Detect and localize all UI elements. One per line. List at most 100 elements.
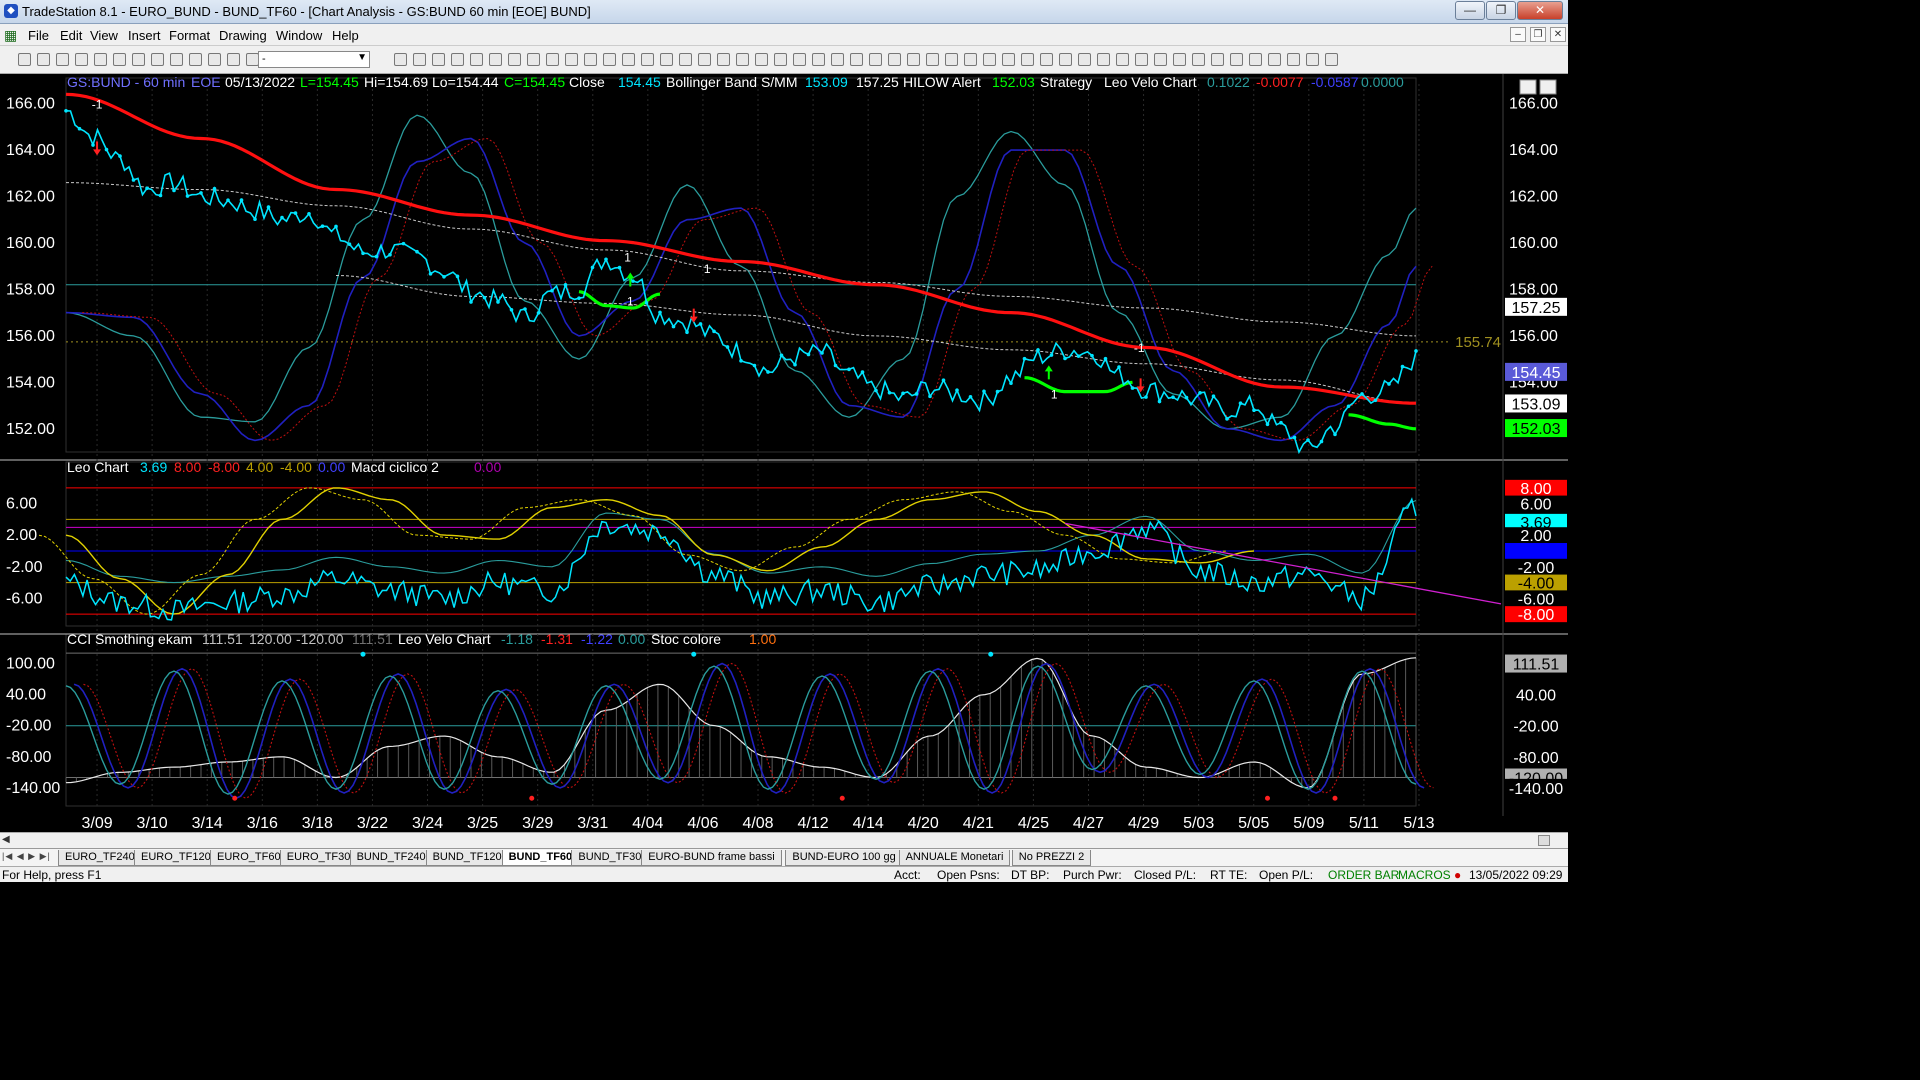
toolbar-tool-icon[interactable]: [1230, 53, 1243, 66]
mdi-close-button[interactable]: ✕: [1550, 27, 1566, 42]
toolbar-tool-icon[interactable]: [660, 53, 673, 66]
toolbar-tool-icon[interactable]: [774, 53, 787, 66]
tab-euro-tf60[interactable]: EURO_TF60: [210, 850, 288, 866]
close-button[interactable]: ✕: [1517, 1, 1563, 20]
toolbar-tool-icon[interactable]: [1306, 53, 1319, 66]
toolbar-tool-icon[interactable]: [508, 53, 521, 66]
menu-file[interactable]: File: [28, 28, 49, 43]
toolbar-tool-icon[interactable]: [793, 53, 806, 66]
toolbar-tool-icon[interactable]: [170, 53, 183, 66]
tab-bund-tf30[interactable]: BUND_TF30: [571, 850, 649, 866]
y-tick-label: 164.00: [6, 142, 55, 159]
toolbar-tool-icon[interactable]: [470, 53, 483, 66]
menu-drawing[interactable]: Drawing: [219, 28, 267, 43]
toolbar-tool-icon[interactable]: [1173, 53, 1186, 66]
toolbar-tool-icon[interactable]: [1059, 53, 1072, 66]
toolbar-tool-icon[interactable]: [56, 53, 69, 66]
tab-bund-tf120[interactable]: BUND_TF120: [425, 850, 509, 866]
toolbar-tool-icon[interactable]: [1040, 53, 1053, 66]
toolbar-tool-icon[interactable]: [189, 53, 202, 66]
tab-euro-tf120[interactable]: EURO_TF120: [134, 850, 218, 866]
toolbar-tool-icon[interactable]: [869, 53, 882, 66]
toolbar-tool-icon[interactable]: [1135, 53, 1148, 66]
chart-area[interactable]: 166.00 166.00 164.00 164.00 162.00 162.00 160.…: [0, 74, 1568, 848]
toolbar-tool-icon[interactable]: [641, 53, 654, 66]
toolbar-tool-icon[interactable]: [812, 53, 825, 66]
tab-annuale-monetari[interactable]: ANNUALE Monetari: [898, 850, 1011, 866]
toolbar-tool-icon[interactable]: [736, 53, 749, 66]
toolbar-tool-icon[interactable]: [94, 53, 107, 66]
toolbar-tool-icon[interactable]: [1078, 53, 1091, 66]
toolbar-tool-icon[interactable]: [413, 53, 426, 66]
tab-euro-tf30[interactable]: EURO_TF30: [279, 850, 358, 866]
toolbar-tool-icon[interactable]: [227, 53, 240, 66]
menu-view[interactable]: View: [90, 28, 118, 43]
toolbar-tool-icon[interactable]: [622, 53, 635, 66]
toolbar-tool-icon[interactable]: [37, 53, 50, 66]
toolbar-tool-icon[interactable]: [1116, 53, 1129, 66]
toolbar-tool-icon[interactable]: [1154, 53, 1167, 66]
toolbar-tool-icon[interactable]: [850, 53, 863, 66]
toolbar-tool-icon[interactable]: [489, 53, 502, 66]
toolbar-tool-icon[interactable]: [1097, 53, 1110, 66]
tab-euro-bund-frame-bassi[interactable]: EURO-BUND frame bassi: [641, 850, 782, 866]
tab-bund-euro-100-gg[interactable]: BUND-EURO 100 gg: [785, 850, 903, 866]
toolbar-tool-icon[interactable]: [603, 53, 616, 66]
toolbar-tool-icon[interactable]: [926, 53, 939, 66]
menu-insert[interactable]: Insert: [128, 28, 161, 43]
tab-nav-icons[interactable]: |◀ ◀ ▶ ▶|: [2, 851, 51, 862]
toolbar-tool-icon[interactable]: [451, 53, 464, 66]
toolbar-tool-icon[interactable]: [208, 53, 221, 66]
mdi-restore-button[interactable]: ❐: [1530, 27, 1546, 42]
toolbar-tool-icon[interactable]: [546, 53, 559, 66]
toolbar-tool-icon[interactable]: [432, 53, 445, 66]
toolbar-tool-icon[interactable]: [584, 53, 597, 66]
scroll-left-icon[interactable]: ◀: [2, 834, 10, 845]
toolbar-tool-icon[interactable]: [945, 53, 958, 66]
menu-window[interactable]: Window: [276, 28, 322, 43]
toolbar-tool-icon[interactable]: [1002, 53, 1015, 66]
symbol-combo[interactable]: - ▼: [258, 51, 370, 68]
minimize-button[interactable]: —: [1455, 1, 1485, 20]
close-price-point: [550, 288, 554, 293]
chevron-down-icon[interactable]: ▼: [357, 52, 367, 63]
menu-format[interactable]: Format: [169, 28, 210, 43]
tab-bund-tf240[interactable]: BUND_TF240: [349, 850, 433, 866]
toolbar-tool-icon[interactable]: [1192, 53, 1205, 66]
toolbar-tool-icon[interactable]: [1249, 53, 1262, 66]
toolbar-tool-icon[interactable]: [113, 53, 126, 66]
maximize-button[interactable]: ❐: [1486, 1, 1516, 20]
toolbar-tool-icon[interactable]: [964, 53, 977, 66]
horizontal-scrollbar[interactable]: ◀: [0, 832, 1568, 848]
status-order-bar[interactable]: ORDER BAR: [1328, 868, 1399, 882]
toolbar-tool-icon[interactable]: [527, 53, 540, 66]
toolbar-tool-icon[interactable]: [151, 53, 164, 66]
toolbar-tool-icon[interactable]: [132, 53, 145, 66]
toolbar-tool-icon[interactable]: [907, 53, 920, 66]
toolbar-tool-icon[interactable]: [1325, 53, 1338, 66]
toolbar-tool-icon[interactable]: [888, 53, 901, 66]
toolbar-tool-icon[interactable]: [1211, 53, 1224, 66]
toolbar-tool-icon[interactable]: [679, 53, 692, 66]
menu-help[interactable]: Help: [332, 28, 359, 43]
toolbar-tool-icon[interactable]: [698, 53, 711, 66]
toolbar-tool-icon[interactable]: [394, 53, 407, 66]
mdi-minimize-button[interactable]: –: [1510, 27, 1526, 42]
toolbar-tool-icon[interactable]: [1268, 53, 1281, 66]
toolbar-tool-icon[interactable]: [831, 53, 844, 66]
tab-euro-tf240[interactable]: EURO_TF240: [58, 850, 142, 866]
toolbar-tool-icon[interactable]: [983, 53, 996, 66]
scroll-thumb[interactable]: [1538, 835, 1550, 846]
toolbar-tool-icon[interactable]: [18, 53, 31, 66]
menu-edit[interactable]: Edit: [60, 28, 82, 43]
toolbar-tool-icon[interactable]: [1021, 53, 1034, 66]
toolbar-tool-icon[interactable]: [755, 53, 768, 66]
toolbar-tool-icon[interactable]: [1287, 53, 1300, 66]
tab-bund-tf60[interactable]: BUND_TF60: [501, 850, 580, 866]
toolbar-tool-icon[interactable]: [75, 53, 88, 66]
toolbar-tool-icon[interactable]: [565, 53, 578, 66]
tab-no-prezzi-2[interactable]: No PREZZI 2: [1011, 850, 1092, 866]
status-macros[interactable]: MACROS: [1398, 868, 1451, 882]
toolbar-tool-icon[interactable]: [717, 53, 730, 66]
chart-canvas[interactable]: 166.00 166.00 164.00 164.00 162.00 162.00 160.…: [0, 74, 1568, 832]
